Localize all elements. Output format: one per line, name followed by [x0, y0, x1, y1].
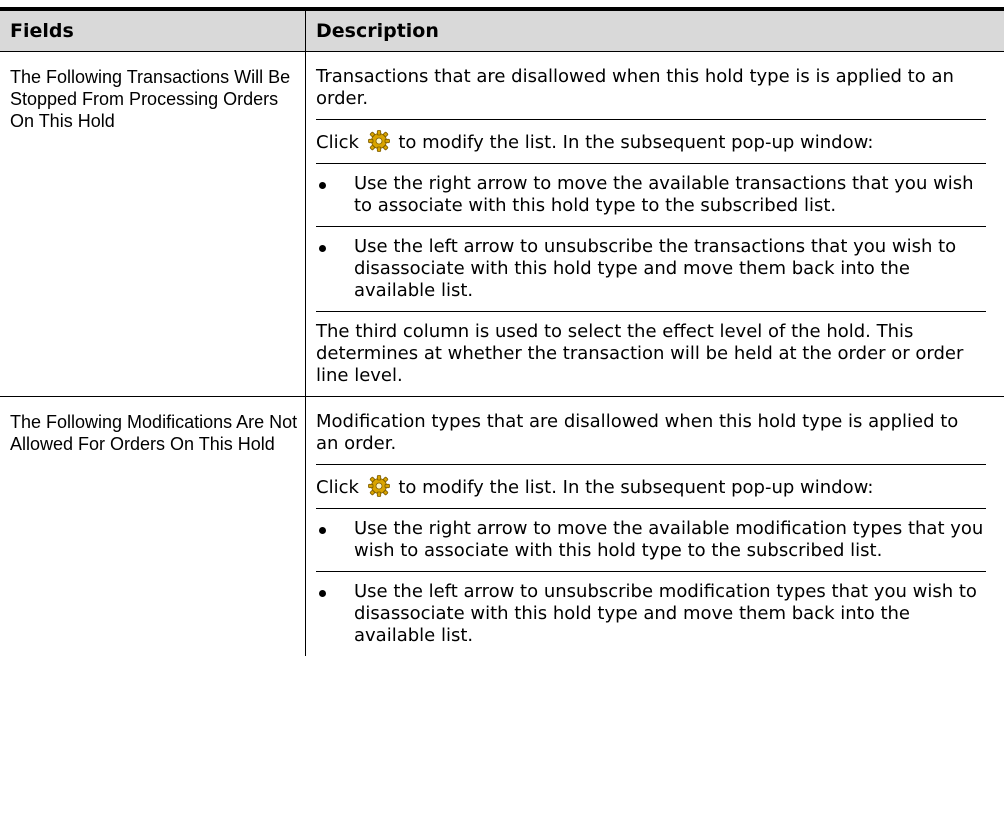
header-description: Description	[316, 20, 439, 42]
gear-icon[interactable]	[367, 474, 391, 498]
effect-level-note: The third column is used to select the e…	[316, 311, 986, 396]
bullet-icon	[316, 581, 354, 647]
list-item: Use the left arrow to unsubscribe modifi…	[316, 571, 986, 656]
click-instruction: Click to modify the list. In the subsequ…	[316, 464, 986, 508]
fields-table: Fields Description The Following Transac…	[0, 7, 1004, 656]
field-description: Transactions that are disallowed when th…	[306, 52, 1004, 396]
field-name: The Following Modifications Are Not Allo…	[0, 397, 306, 656]
bullet-text: Use the left arrow to unsubscribe modifi…	[354, 581, 977, 646]
click-label: Click	[316, 132, 359, 153]
bullet-text: Use the right arrow to move the availabl…	[354, 173, 974, 216]
description-intro: Modification types that are disallowed w…	[316, 411, 959, 454]
click-instruction: Click to modify the list. In the subsequ…	[316, 119, 986, 163]
gear-icon[interactable]	[367, 129, 391, 153]
list-item: Use the right arrow to move the availabl…	[316, 163, 986, 226]
click-label: Click	[316, 477, 359, 498]
bullet-text: Use the left arrow to unsubscribe the tr…	[354, 236, 957, 301]
table-row: The Following Transactions Will Be Stopp…	[0, 52, 1004, 397]
list-item: Use the right arrow to move the availabl…	[316, 508, 986, 571]
description-intro: Transactions that are disallowed when th…	[316, 66, 954, 109]
click-instruction-text: to modify the list. In the subsequent po…	[398, 477, 874, 498]
click-instruction-text: to modify the list. In the subsequent po…	[398, 132, 874, 153]
field-name: The Following Transactions Will Be Stopp…	[0, 52, 306, 396]
field-description: Modification types that are disallowed w…	[306, 397, 1004, 656]
bullet-icon	[316, 518, 354, 562]
list-item: Use the left arrow to unsubscribe the tr…	[316, 226, 986, 311]
bullet-icon	[316, 236, 354, 302]
table-header: Fields Description	[0, 11, 1004, 52]
header-fields: Fields	[0, 11, 306, 51]
table-row: The Following Modifications Are Not Allo…	[0, 397, 1004, 656]
bullet-text: Use the right arrow to move the availabl…	[354, 518, 984, 561]
bullet-icon	[316, 173, 354, 217]
